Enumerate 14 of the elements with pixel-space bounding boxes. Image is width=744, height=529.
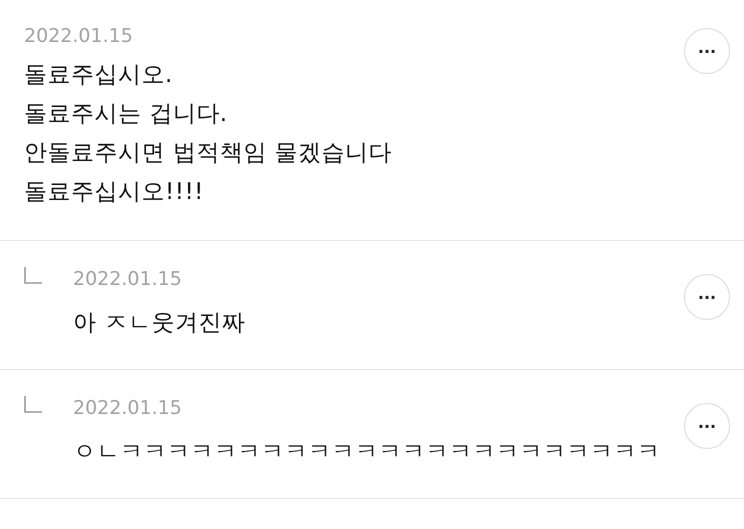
comment-date: 2022.01.15: [73, 267, 183, 291]
comment-text: 돌료주시는 겁니다.: [24, 100, 229, 129]
more-button[interactable]: ···: [684, 274, 730, 320]
comment-text: ㅇㄴㅋㅋㅋㅋㅋㅋㅋㅋㅋㅋㅋㅋㅋㅋㅋㅋㅋㅋㅋㅋㅋㅋㅋ: [73, 438, 662, 467]
comment-text: 돌료주십시오.: [24, 61, 174, 90]
comment-text: 돌료주십시오!!!!: [24, 178, 205, 207]
more-button[interactable]: ···: [684, 28, 730, 74]
reply-corner-icon: [22, 267, 42, 285]
comment-date: 2022.01.15: [24, 24, 134, 48]
more-button[interactable]: ···: [684, 403, 730, 449]
comment-text: 아 ㅈㄴ웃겨진짜: [73, 309, 246, 338]
comment-date: 2022.01.15: [73, 396, 183, 420]
reply-corner-icon: [22, 396, 42, 414]
comment-text: 안돌료주시면 법적책임 물겠습니다: [24, 139, 394, 168]
